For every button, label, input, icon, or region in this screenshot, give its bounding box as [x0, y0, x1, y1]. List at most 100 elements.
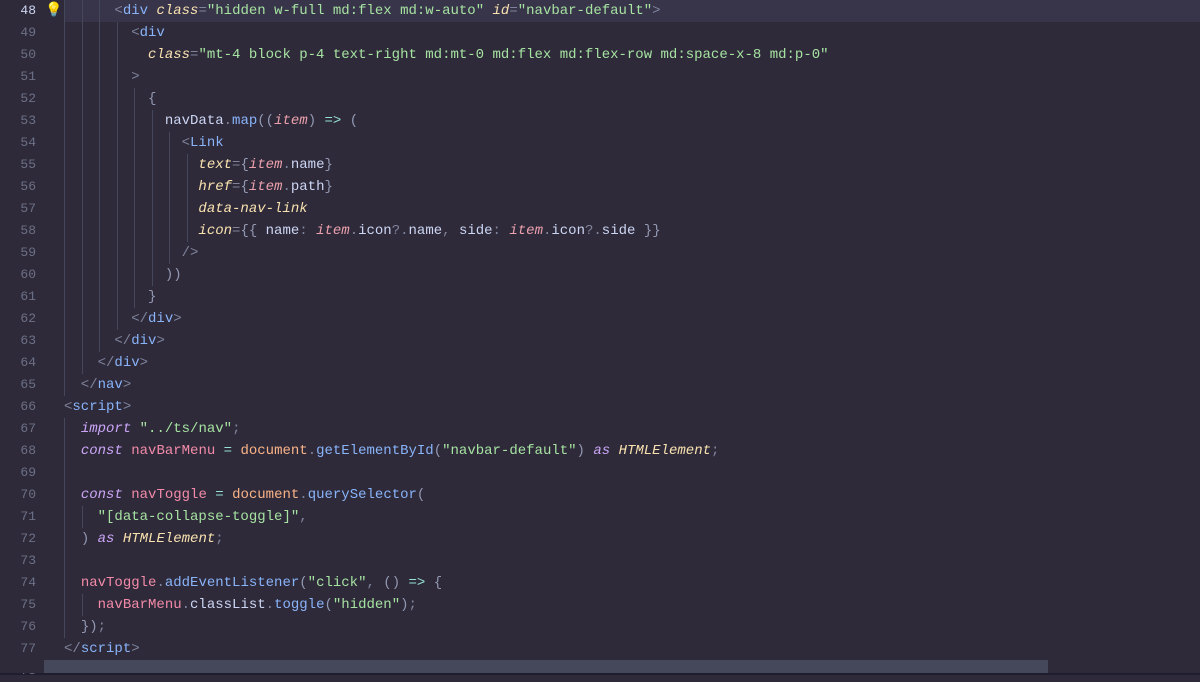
code-line[interactable]: <div	[64, 22, 1200, 44]
line-number-gutter: 4849505152535455565758596061626364656667…	[0, 0, 44, 660]
line-number: 63	[0, 330, 44, 352]
code-line[interactable]: <div class="hidden w-full md:flex md:w-a…	[64, 0, 1200, 22]
code-line[interactable]: </div>	[64, 352, 1200, 374]
code-line[interactable]: "[data-collapse-toggle]",	[64, 506, 1200, 528]
code-line[interactable]: text={item.name}	[64, 154, 1200, 176]
lightbulb-gutter: 💡	[44, 0, 64, 660]
lightbulb-icon[interactable]: 💡	[44, 0, 64, 22]
line-number: 60	[0, 264, 44, 286]
code-line[interactable]: class="mt-4 block p-4 text-right md:mt-0…	[64, 44, 1200, 66]
line-number: 73	[0, 550, 44, 572]
gutter-spacer	[44, 22, 64, 44]
code-line[interactable]	[64, 462, 1200, 484]
gutter-spacer	[44, 638, 64, 660]
code-line[interactable]: </div>	[64, 330, 1200, 352]
line-number: 57	[0, 198, 44, 220]
line-number: 65	[0, 374, 44, 396]
gutter-spacer	[44, 176, 64, 198]
indent-guide	[64, 462, 65, 484]
gutter-spacer	[44, 418, 64, 440]
gutter-spacer	[44, 220, 64, 242]
code-line[interactable]: ))	[64, 264, 1200, 286]
code-line[interactable]: <Link	[64, 132, 1200, 154]
code-line[interactable]: navData.map((item) => (	[64, 110, 1200, 132]
code-text: </div>	[64, 333, 165, 349]
line-number: 53	[0, 110, 44, 132]
code-line[interactable]: {	[64, 88, 1200, 110]
line-number: 72	[0, 528, 44, 550]
line-number: 68	[0, 440, 44, 462]
code-text: ) as HTMLElement;	[64, 531, 224, 547]
code-line[interactable]: href={item.path}	[64, 176, 1200, 198]
line-number: 66	[0, 396, 44, 418]
code-text: import "../ts/nav";	[64, 421, 240, 437]
line-number: 71	[0, 506, 44, 528]
line-number: 75	[0, 594, 44, 616]
gutter-spacer	[44, 616, 64, 638]
code-line[interactable]: const navToggle = document.querySelector…	[64, 484, 1200, 506]
line-number: 52	[0, 88, 44, 110]
gutter-spacer	[44, 242, 64, 264]
code-text: ))	[64, 267, 182, 283]
indent-guide	[64, 550, 65, 572]
gutter-spacer	[44, 396, 64, 418]
code-line[interactable]: import "../ts/nav";	[64, 418, 1200, 440]
code-editor[interactable]: 4849505152535455565758596061626364656667…	[0, 0, 1200, 660]
line-number: 59	[0, 242, 44, 264]
horizontal-scrollbar-thumb[interactable]	[44, 660, 1048, 673]
code-text: text={item.name}	[64, 157, 333, 173]
code-line[interactable]: />	[64, 242, 1200, 264]
code-text: />	[64, 245, 198, 261]
gutter-spacer	[44, 264, 64, 286]
code-line[interactable]: const navBarMenu = document.getElementBy…	[64, 440, 1200, 462]
line-number: 77	[0, 638, 44, 660]
line-number: 62	[0, 308, 44, 330]
code-line[interactable]: </script>	[64, 638, 1200, 660]
gutter-spacer	[44, 594, 64, 616]
line-number: 69	[0, 462, 44, 484]
code-text: navData.map((item) => (	[64, 113, 358, 129]
gutter-spacer	[44, 440, 64, 462]
code-text: <div class="hidden w-full md:flex md:w-a…	[64, 3, 661, 19]
gutter-spacer	[44, 44, 64, 66]
code-text: "[data-collapse-toggle]",	[64, 509, 308, 525]
code-line[interactable]: });	[64, 616, 1200, 638]
gutter-spacer	[44, 550, 64, 572]
code-line[interactable]	[64, 550, 1200, 572]
gutter-spacer	[44, 352, 64, 374]
code-line[interactable]: icon={{ name: item.icon?.name, side: ite…	[64, 220, 1200, 242]
code-line[interactable]: data-nav-link	[64, 198, 1200, 220]
horizontal-scrollbar-track[interactable]	[0, 660, 1200, 673]
code-line[interactable]: navBarMenu.classList.toggle("hidden");	[64, 594, 1200, 616]
gutter-spacer	[44, 286, 64, 308]
code-text: </div>	[64, 311, 182, 327]
code-line[interactable]: }	[64, 286, 1200, 308]
gutter-spacer	[44, 572, 64, 594]
gutter-spacer	[44, 330, 64, 352]
gutter-spacer	[44, 154, 64, 176]
gutter-spacer	[44, 66, 64, 88]
gutter-spacer	[44, 528, 64, 550]
line-number: 54	[0, 132, 44, 154]
code-line[interactable]: </div>	[64, 308, 1200, 330]
line-number: 64	[0, 352, 44, 374]
line-number: 74	[0, 572, 44, 594]
code-line[interactable]: ) as HTMLElement;	[64, 528, 1200, 550]
line-number: 48	[0, 0, 44, 22]
code-text: </div>	[64, 355, 148, 371]
gutter-spacer	[44, 198, 64, 220]
code-text: });	[64, 619, 106, 635]
code-text: icon={{ name: item.icon?.name, side: ite…	[64, 223, 661, 239]
code-line[interactable]: >	[64, 66, 1200, 88]
code-line[interactable]: <script>	[64, 396, 1200, 418]
code-text: <script>	[64, 399, 131, 415]
code-text: navToggle.addEventListener("click", () =…	[64, 575, 442, 591]
line-number: 51	[0, 66, 44, 88]
code-line[interactable]: </nav>	[64, 374, 1200, 396]
code-text: <div	[64, 25, 165, 41]
code-text: href={item.path}	[64, 179, 333, 195]
code-content-area[interactable]: David Tierney, 3 weeks ago • prettier, a…	[64, 0, 1200, 660]
code-text: >	[64, 69, 140, 85]
code-line[interactable]: navToggle.addEventListener("click", () =…	[64, 572, 1200, 594]
line-number: 49	[0, 22, 44, 44]
